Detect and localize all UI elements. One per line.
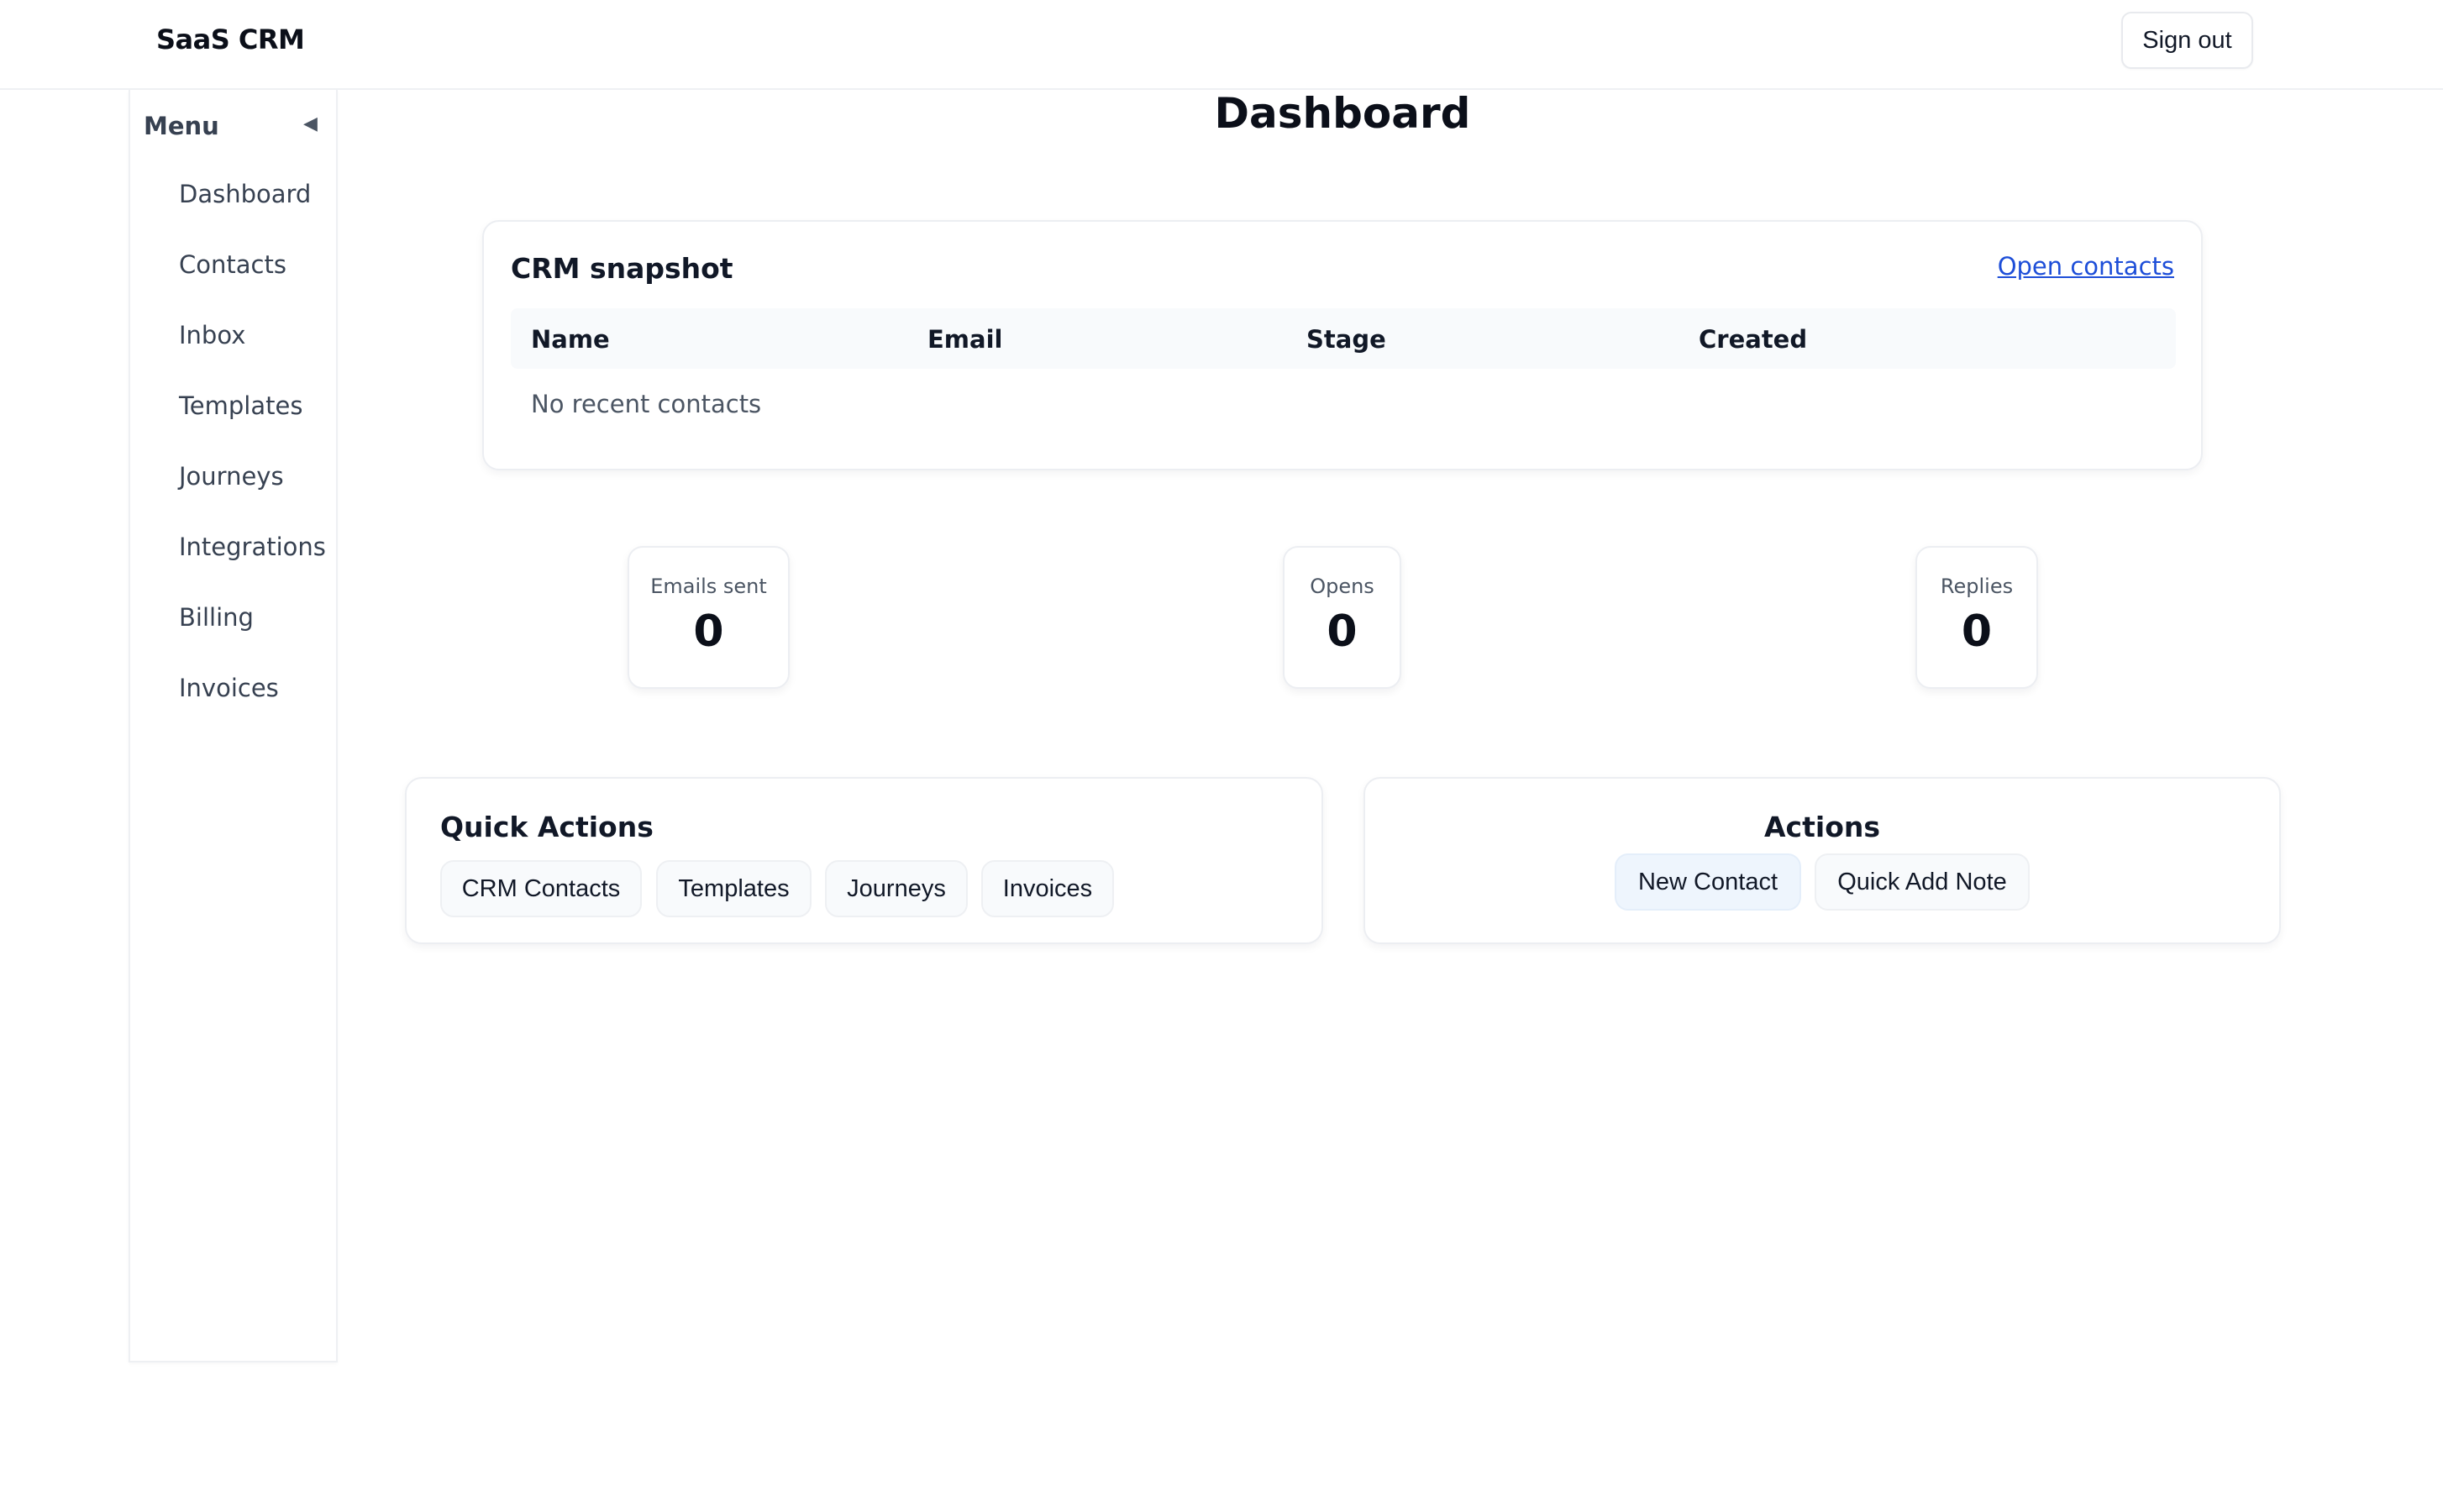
sidebar-item-contacts[interactable]: Contacts bbox=[179, 250, 286, 279]
quick-actions-panel: Quick Actions CRM Contacts Templates Jou… bbox=[405, 777, 1323, 944]
column-header-email[interactable]: Email bbox=[927, 325, 1002, 354]
stat-value: 0 bbox=[693, 606, 724, 657]
stat-card-emails-sent: Emails sent 0 bbox=[628, 546, 790, 689]
stat-value: 0 bbox=[1327, 606, 1358, 657]
snapshot-title: CRM snapshot bbox=[511, 252, 733, 285]
column-header-name[interactable]: Name bbox=[531, 325, 610, 354]
stat-card-opens: Opens 0 bbox=[1283, 546, 1401, 689]
empty-table-message: No recent contacts bbox=[531, 390, 762, 418]
stat-label: Replies bbox=[1940, 575, 2014, 598]
journeys-button[interactable]: Journeys bbox=[825, 860, 968, 917]
sidebar: Menu ◀ Dashboard Contacts Inbox Template… bbox=[129, 90, 338, 1362]
brand-logo[interactable]: SaaS CRM bbox=[156, 24, 305, 55]
table-header-row: Name Email Stage Created bbox=[511, 308, 2176, 369]
stat-value: 0 bbox=[1961, 606, 1993, 657]
templates-button[interactable]: Templates bbox=[656, 860, 812, 917]
actions-title: Actions bbox=[1764, 811, 1880, 843]
column-header-stage[interactable]: Stage bbox=[1306, 325, 1386, 354]
page-title: Dashboard bbox=[1214, 89, 1471, 138]
sidebar-item-integrations[interactable]: Integrations bbox=[179, 533, 326, 561]
quick-add-note-button[interactable]: Quick Add Note bbox=[1815, 853, 2030, 911]
sidebar-item-templates[interactable]: Templates bbox=[179, 391, 302, 420]
sidebar-item-inbox[interactable]: Inbox bbox=[179, 321, 245, 349]
top-bar: SaaS CRM Sign out bbox=[0, 0, 2443, 90]
stat-card-replies: Replies 0 bbox=[1915, 546, 2038, 689]
column-header-created[interactable]: Created bbox=[1699, 325, 1807, 354]
open-contacts-link[interactable]: Open contacts bbox=[1998, 252, 2174, 281]
actions-panel: Actions New Contact Quick Add Note bbox=[1363, 777, 2281, 944]
sign-out-button[interactable]: Sign out bbox=[2121, 12, 2253, 69]
stat-label: Opens bbox=[1310, 575, 1374, 598]
sidebar-item-billing[interactable]: Billing bbox=[179, 603, 254, 632]
sidebar-item-journeys[interactable]: Journeys bbox=[179, 462, 284, 491]
sidebar-item-invoices[interactable]: Invoices bbox=[179, 674, 279, 702]
crm-snapshot-card: CRM snapshot Open contacts Name Email St… bbox=[482, 220, 2203, 470]
stat-label: Emails sent bbox=[650, 575, 767, 598]
quick-actions-title: Quick Actions bbox=[440, 811, 654, 843]
sidebar-item-dashboard[interactable]: Dashboard bbox=[179, 180, 311, 208]
crm-contacts-button[interactable]: CRM Contacts bbox=[440, 860, 642, 917]
invoices-button[interactable]: Invoices bbox=[981, 860, 1114, 917]
new-contact-button[interactable]: New Contact bbox=[1615, 853, 1801, 911]
